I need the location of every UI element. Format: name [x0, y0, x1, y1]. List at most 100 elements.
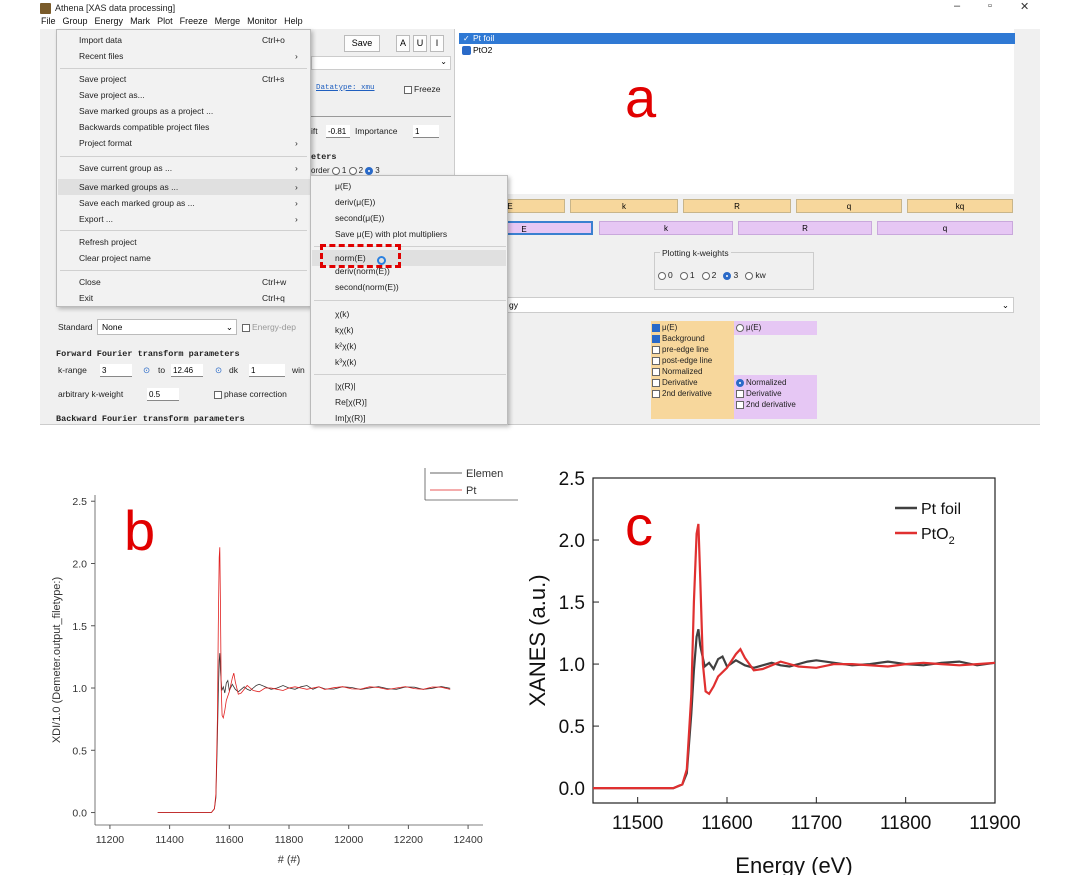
- menu-energy[interactable]: Energy: [95, 16, 124, 29]
- menu-freeze[interactable]: Freeze: [180, 16, 208, 29]
- arbitrary-kweight-input[interactable]: 0.5: [147, 388, 179, 401]
- plot-k-button[interactable]: k: [570, 199, 678, 213]
- close-button[interactable]: ✕: [1020, 0, 1029, 13]
- kmin-pick-icon[interactable]: ⊙: [143, 365, 150, 376]
- x-tick-label: 11700: [791, 813, 842, 834]
- mark-all-button[interactable]: A: [396, 35, 410, 52]
- y-tick-label: 1.5: [72, 621, 87, 633]
- kweights-radios[interactable]: 0 1 2 3 kw: [658, 270, 766, 280]
- submenu-item-second-norm[interactable]: second(norm(E)): [335, 280, 399, 294]
- menu-item-save-current-group[interactable]: Save current group as ... ›: [79, 161, 298, 175]
- importance-input[interactable]: 1: [413, 125, 439, 138]
- minimize-button[interactable]: –: [954, 0, 960, 12]
- window-label: win: [292, 365, 305, 375]
- plot-kq-button[interactable]: kq: [907, 199, 1013, 213]
- freeze-checkbox[interactable]: Freeze: [404, 84, 440, 94]
- menu-plot[interactable]: Plot: [157, 16, 173, 29]
- marked-opt-derivative[interactable]: Derivative: [736, 388, 782, 399]
- submenu-item-chi-r-re[interactable]: Re[χ(R)]: [335, 395, 367, 409]
- menu-item-export[interactable]: Export ... ›: [79, 212, 298, 226]
- plot-opt-2nd-derivative[interactable]: 2nd derivative: [652, 388, 712, 399]
- menu-merge[interactable]: Merge: [215, 16, 241, 29]
- plot-opt-normalized[interactable]: Normalized: [652, 366, 702, 377]
- submenu-item-chi-r-im[interactable]: Im[χ(R)]: [335, 411, 365, 425]
- menu-group[interactable]: Group: [63, 16, 88, 29]
- unmark-all-button[interactable]: U: [413, 35, 427, 52]
- series-line-pto2: [593, 523, 996, 790]
- submenu-item-chi-r-mag[interactable]: |χ(R)|: [335, 379, 356, 393]
- phase-correction-checkbox[interactable]: phase correction: [214, 389, 287, 399]
- y-tick-label: 1.5: [559, 593, 585, 614]
- legend-label-pt-foil: Pt foil: [921, 501, 961, 518]
- menu-file[interactable]: File: [41, 16, 56, 29]
- invert-marks-button[interactable]: I: [430, 35, 444, 52]
- menu-item-close[interactable]: Close Ctrl+w: [79, 275, 286, 289]
- plot-opt-background[interactable]: Background: [652, 333, 705, 344]
- dk-input[interactable]: 1: [249, 364, 285, 377]
- file-menu: Import data Ctrl+o Recent files › Save pro…: [56, 29, 311, 307]
- label-c: c: [625, 494, 653, 557]
- menu-item-project-format[interactable]: Project format ›: [79, 136, 298, 150]
- energy-select[interactable]: gy ⌄: [454, 297, 1014, 313]
- shift-input[interactable]: -0.81: [326, 125, 350, 138]
- menu-item-import-data[interactable]: Import data Ctrl+o: [79, 33, 285, 47]
- marked-opt-normalized[interactable]: Normalized: [736, 377, 786, 388]
- legend-label-pt: Pt: [466, 485, 476, 497]
- plot-marked-q-button[interactable]: q: [877, 221, 1013, 235]
- group-item-pto2[interactable]: PtO2: [459, 45, 1015, 56]
- plot-opt-mu[interactable]: μ(E): [652, 322, 677, 333]
- submenu-item-k-chi-k[interactable]: kχ(k): [335, 323, 354, 337]
- menu-item-recent-files[interactable]: Recent files ›: [79, 49, 298, 63]
- group-item-pt-foil[interactable]: ✓ Pt foil: [459, 33, 1015, 44]
- menu-item-save-project[interactable]: Save project Ctrl+s: [79, 72, 284, 86]
- menu-help[interactable]: Help: [284, 16, 303, 29]
- submenu-item-second-mu[interactable]: second(μ(E)): [335, 211, 384, 225]
- label-a: a: [625, 66, 657, 129]
- plot-opt-preedge[interactable]: pre-edge line: [652, 344, 709, 355]
- y-tick-label: 2.0: [559, 531, 585, 552]
- menu-item-save-each-marked[interactable]: Save each marked group as ... ›: [79, 196, 298, 210]
- plot-marked-r-button[interactable]: R: [738, 221, 872, 235]
- x-tick-label: 11800: [880, 813, 931, 834]
- label-b: b: [124, 499, 156, 562]
- menu-item-save-marked-groups[interactable]: Save marked groups as ... ›: [79, 180, 298, 194]
- menu-item-save-project-as[interactable]: Save project as...: [79, 88, 145, 102]
- submenu-item-k2-chi-k[interactable]: k²χ(k): [335, 339, 356, 353]
- kmax-input[interactable]: 12.46: [171, 364, 203, 377]
- submenu-item-deriv-mu[interactable]: deriv(μ(E)): [335, 195, 375, 209]
- plot-r-button[interactable]: R: [683, 199, 791, 213]
- shift-label: ift: [311, 126, 318, 136]
- plot-opt-postedge[interactable]: post-edge line: [652, 355, 712, 366]
- standard-select[interactable]: None ⌄: [97, 319, 237, 335]
- series-line-b-1: [157, 547, 451, 813]
- datatype-link[interactable]: Datatype: xmu: [316, 84, 375, 92]
- menu-item-exit[interactable]: Exit Ctrl+q: [79, 291, 285, 305]
- save-button[interactable]: Save: [344, 35, 380, 52]
- order-radios[interactable]: order 1 2 3: [311, 166, 380, 175]
- submenu-item-k3-chi-k[interactable]: k³χ(k): [335, 355, 356, 369]
- menu-item-refresh-project[interactable]: Refresh project: [79, 235, 137, 249]
- group-select[interactable]: ⌄: [311, 56, 451, 70]
- kmin-input[interactable]: 3: [100, 364, 132, 377]
- submenu-item-chi-k[interactable]: χ(k): [335, 307, 349, 321]
- menu-item-clear-project-name[interactable]: Clear project name: [79, 251, 151, 265]
- submenu-item-save-mu-multipliers[interactable]: Save μ(E) with plot multipliers: [335, 227, 447, 241]
- energy-dependent-checkbox[interactable]: Energy-dep: [242, 322, 296, 332]
- menu-monitor[interactable]: Monitor: [247, 16, 277, 29]
- y-tick-label: 2.5: [559, 469, 585, 490]
- plot-q-button[interactable]: q: [796, 199, 902, 213]
- divider: [311, 116, 451, 117]
- kmax-pick-icon[interactable]: ⊙: [215, 365, 222, 376]
- menubar: File Group Energy Mark Plot Freeze Merge…: [40, 16, 1040, 29]
- submenu-item-mu[interactable]: μ(E): [335, 179, 351, 193]
- plot-marked-k-button[interactable]: k: [599, 221, 733, 235]
- plot-opt-derivative[interactable]: Derivative: [652, 377, 698, 388]
- marked-opt-mu[interactable]: μ(E): [736, 322, 761, 333]
- marked-opt-2nd-derivative[interactable]: 2nd derivative: [736, 399, 796, 410]
- y-tick-label: 1.0: [72, 683, 87, 695]
- menu-item-backwards-compatible[interactable]: Backwards compatible project files: [79, 120, 209, 134]
- y-tick-label: 0.5: [72, 745, 87, 757]
- maximize-button[interactable]: ▫: [988, 0, 992, 12]
- menu-mark[interactable]: Mark: [130, 16, 150, 29]
- menu-item-save-marked-project[interactable]: Save marked groups as a project ...: [79, 104, 213, 118]
